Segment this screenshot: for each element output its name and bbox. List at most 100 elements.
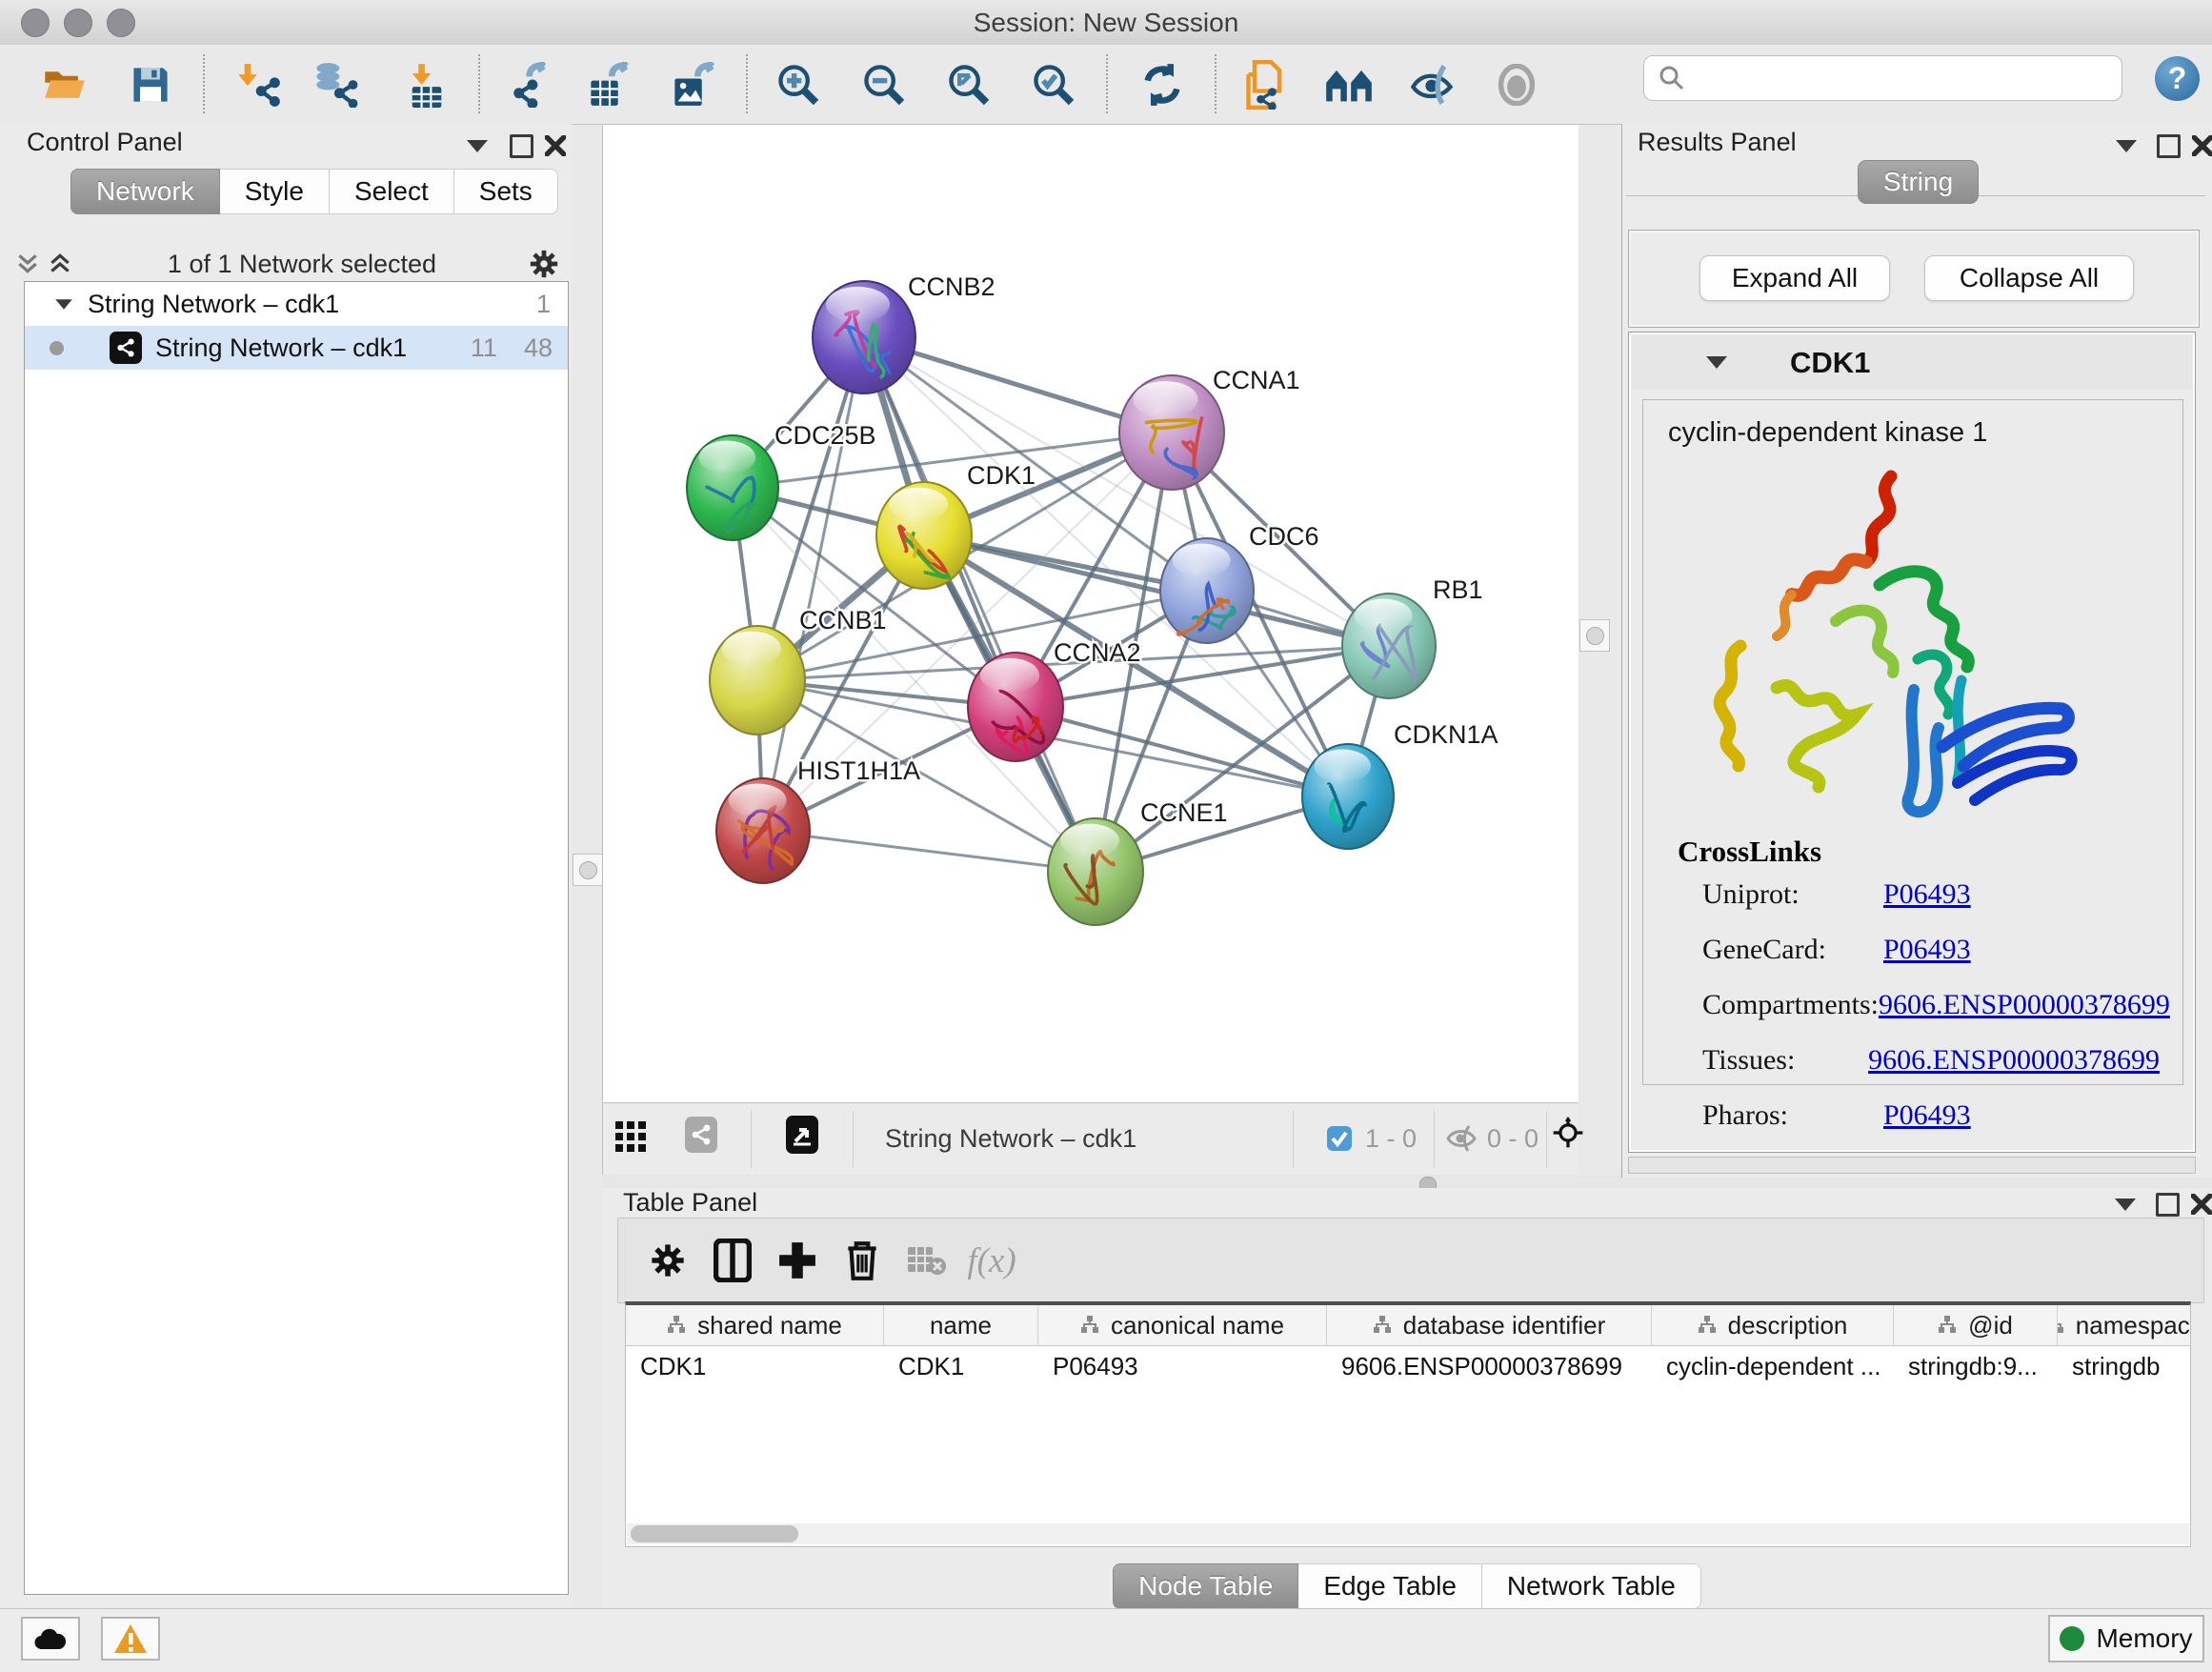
network-graph[interactable]: CCNB2CCNA1CDC25BCDK1CDC6RB1CCNB1CCNA2CDK… <box>603 125 1579 1102</box>
edge-CCNA2-CDKN1A[interactable] <box>1016 707 1348 796</box>
hide-selected-eye-slash-icon[interactable] <box>1406 60 1459 110</box>
import-network-file-icon[interactable] <box>232 60 286 110</box>
right-splitter-handle[interactable] <box>1579 619 1610 652</box>
table-row[interactable]: CDK1CDK1P064939606.ENSP00000378699cyclin… <box>626 1346 2190 1386</box>
selected-count: 1 - 0 <box>1365 1124 1417 1154</box>
fit-crosshair-icon[interactable] <box>1552 1118 1584 1147</box>
edge-HIST1H1A-CCNE1[interactable] <box>763 831 1096 872</box>
table-cell[interactable]: cyclin-dependent ... <box>1652 1346 1894 1386</box>
help-button[interactable]: ? <box>2155 56 2200 101</box>
collapse-all-icon[interactable] <box>11 250 44 278</box>
column-header-namespace[interactable]: namespace <box>2058 1305 2191 1345</box>
crosslink-link[interactable]: 9606.ENSP00000378699 <box>1879 989 2170 1020</box>
collection-disclosure-icon[interactable] <box>55 299 72 309</box>
table-cell[interactable]: CDK1 <box>884 1346 1038 1386</box>
apply-layout-icon[interactable] <box>1136 60 1189 110</box>
zoom-out-icon[interactable] <box>857 60 911 110</box>
protein-disclosure-icon[interactable] <box>1706 356 1727 369</box>
warnings-button[interactable] <box>101 1617 160 1661</box>
selected-checkbox-icon[interactable] <box>1323 1124 1356 1153</box>
table-cell[interactable]: stringdb:9... <box>1894 1346 2058 1386</box>
tab-style[interactable]: Style <box>220 169 330 214</box>
column-header-description[interactable]: description <box>1652 1305 1894 1345</box>
network-view-share-icon[interactable] <box>685 1120 717 1149</box>
tab-select[interactable]: Select <box>330 169 454 214</box>
network-row[interactable]: String Network – cdk1 11 48 <box>25 326 568 370</box>
zoom-selected-icon[interactable] <box>1027 60 1080 110</box>
column-header-@id[interactable]: @id <box>1894 1305 2058 1345</box>
node-RB1[interactable]: RB1 <box>1342 575 1483 698</box>
tab-sets[interactable]: Sets <box>454 169 558 214</box>
tab-network[interactable]: Network <box>70 169 220 214</box>
network-collection-row[interactable]: String Network – cdk1 1 <box>25 282 568 326</box>
control-panel-menu-icon[interactable] <box>461 131 493 160</box>
open-session-icon[interactable] <box>38 60 91 110</box>
results-panel-float-icon[interactable] <box>2152 131 2184 160</box>
table-cell[interactable]: P06493 <box>1038 1346 1327 1386</box>
zoom-fit-icon[interactable] <box>942 60 995 110</box>
protein-entry-header[interactable]: CDK1 <box>1632 335 2192 390</box>
results-panel-close-icon[interactable] <box>2186 131 2212 160</box>
save-session-icon[interactable] <box>124 60 177 110</box>
results-scroll-area[interactable]: CDK1 cyclin-dependent kinase 1 <box>1628 332 2196 1153</box>
control-panel-float-icon[interactable] <box>505 131 537 160</box>
results-panel-menu-icon[interactable] <box>2110 131 2142 160</box>
crosslink-link[interactable]: 9606.ENSP00000378699 <box>1868 1044 2160 1076</box>
table-panel-float-icon[interactable] <box>2151 1190 2183 1219</box>
crosslink-link[interactable]: P06493 <box>1883 934 1971 965</box>
add-column-icon[interactable] <box>765 1232 830 1289</box>
toolbar-search[interactable] <box>1643 55 2122 101</box>
show-all-eye-icon[interactable] <box>1490 60 1543 110</box>
left-splitter-handle[interactable] <box>573 854 603 886</box>
table-options-gear-icon[interactable] <box>635 1232 700 1289</box>
export-image-icon[interactable] <box>667 60 720 110</box>
node-CCNA1[interactable]: CCNA1 <box>1119 366 1300 490</box>
edge-CCNB2-CCNE1[interactable] <box>864 337 1096 872</box>
table-hscrollbar[interactable] <box>627 1523 2189 1544</box>
table-cell[interactable]: stringdb <box>2058 1346 2191 1386</box>
node-HIST1H1A[interactable]: HIST1H1A <box>716 756 920 883</box>
network-canvas[interactable]: CCNB2CCNA1CDC25BCDK1CDC6RB1CCNB1CCNA2CDK… <box>602 125 1579 1102</box>
cloud-button[interactable] <box>21 1617 80 1661</box>
table-cell[interactable]: CDK1 <box>626 1346 884 1386</box>
hscrollbar-thumb[interactable] <box>631 1525 798 1542</box>
crosslink-link[interactable]: P06493 <box>1883 878 1971 910</box>
collapse-all-button[interactable]: Collapse All <box>1924 255 2134 301</box>
delete-column-icon[interactable] <box>830 1232 895 1289</box>
node-CDK1[interactable]: CDK1 <box>876 461 1036 589</box>
expand-all-icon[interactable] <box>44 250 76 278</box>
new-network-from-selection-icon[interactable] <box>1240 60 1294 110</box>
network-options-gear-icon[interactable] <box>528 250 560 278</box>
column-header-shared-name[interactable]: shared name <box>626 1305 884 1345</box>
table-panel-close-icon[interactable] <box>2185 1190 2212 1219</box>
import-table-file-icon[interactable] <box>400 60 453 110</box>
column-header-name[interactable]: name <box>884 1305 1038 1345</box>
node-CCNB1[interactable]: CCNB1 <box>710 606 887 735</box>
tab-network-table[interactable]: Network Table <box>1482 1563 1701 1609</box>
table-cell[interactable]: 9606.ENSP00000378699 <box>1327 1346 1652 1386</box>
export-network-icon[interactable] <box>507 60 560 110</box>
birdseye-view-icon[interactable] <box>786 1120 818 1149</box>
show-columns-icon[interactable] <box>700 1232 765 1289</box>
first-neighbors-icon[interactable] <box>1322 60 1376 110</box>
table-panel-menu-icon[interactable] <box>2109 1190 2142 1219</box>
search-input[interactable] <box>1686 63 2122 94</box>
tab-node-table[interactable]: Node Table <box>1113 1563 1298 1609</box>
column-header-database-identifier[interactable]: database identifier <box>1327 1305 1652 1345</box>
expand-all-button[interactable]: Expand All <box>1699 255 1890 301</box>
column-header-canonical-name[interactable]: canonical name <box>1038 1305 1327 1345</box>
results-tab-string[interactable]: String <box>1858 160 1979 204</box>
crosslink-link[interactable]: P06493 <box>1883 1099 1971 1131</box>
export-table-icon[interactable] <box>583 60 636 110</box>
zoom-in-icon[interactable] <box>772 60 825 110</box>
results-hscrollbar[interactable] <box>1628 1157 2196 1174</box>
grid-view-icon[interactable] <box>614 1122 647 1151</box>
import-network-database-icon[interactable] <box>309 60 362 110</box>
node-CCNE1[interactable]: CCNE1 <box>1048 798 1228 925</box>
memory-button[interactable]: Memory <box>2048 1615 2204 1662</box>
tab-edge-table[interactable]: Edge Table <box>1298 1563 1482 1609</box>
control-panel-close-icon[interactable] <box>539 131 572 160</box>
toolbar-separator <box>1215 54 1217 113</box>
node-CDKN1A[interactable]: CDKN1A <box>1302 720 1498 849</box>
node-table[interactable]: shared namenamecanonical namedatabase id… <box>625 1301 2191 1547</box>
